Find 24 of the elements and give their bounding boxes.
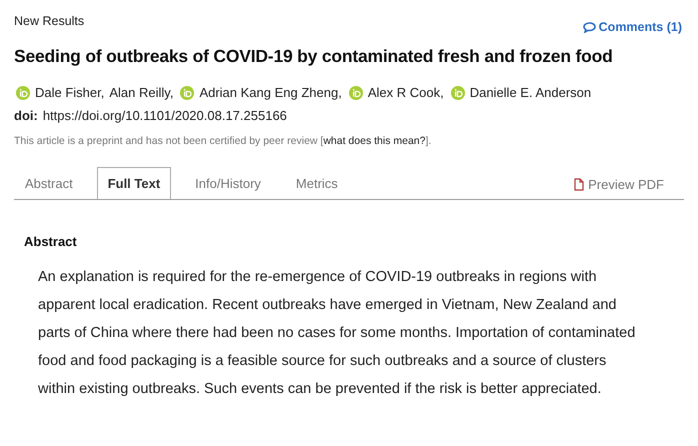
- orcid-icon[interactable]: [16, 86, 30, 100]
- abstract-heading: Abstract: [24, 234, 78, 249]
- author-link[interactable]: Adrian Kang Eng Zheng,: [199, 85, 342, 100]
- author-link[interactable]: Dale Fisher,: [35, 85, 104, 100]
- tab[interactable]: Info/History: [184, 167, 272, 198]
- doi-line: doi: https://doi.org/10.1101/2020.08.17.255166: [14, 108, 288, 123]
- what-does-this-mean-link[interactable]: what does this mean?: [323, 135, 426, 147]
- tab[interactable]: Abstract: [14, 167, 84, 198]
- author-link[interactable]: Alex R Cook,: [368, 85, 444, 100]
- orcid-icon[interactable]: [450, 86, 465, 100]
- speech-bubble-icon: [582, 22, 596, 32]
- preprint-notice: This article is a preprint and has not been certified by peer review [what does this mean?].: [14, 135, 432, 147]
- article-title: Seeding of outbreaks of COVID-19 by contaminated fresh and frozen food: [14, 46, 614, 67]
- document-icon: [574, 178, 584, 190]
- tab[interactable]: Full Text: [96, 167, 172, 199]
- author-link[interactable]: Alan Reilly,: [109, 85, 174, 100]
- orcid-icon[interactable]: [180, 86, 194, 100]
- abstract-text: An explanation is required for the re-emergence of COVID-19 outbreaks in regions with apparent local eradication. Recent outbreaks have emerged in Vietnam, New Zealand and parts of China where there had been no cases for some months. Importation of contaminated food and food packaging is a feasible source for such outbreaks and a source of clusters within existing outbreaks. Such events can be prevented if the risk is better appreciated.: [38, 268, 636, 399]
- author-link[interactable]: Danielle E. Anderson: [470, 85, 592, 100]
- preview-pdf-link[interactable]: Preview PDF: [574, 169, 664, 199]
- orcid-icon[interactable]: [348, 86, 363, 100]
- section-label: New Results: [14, 14, 84, 28]
- tab[interactable]: Metrics: [284, 167, 349, 198]
- comments-link[interactable]: Comments (1): [582, 20, 682, 34]
